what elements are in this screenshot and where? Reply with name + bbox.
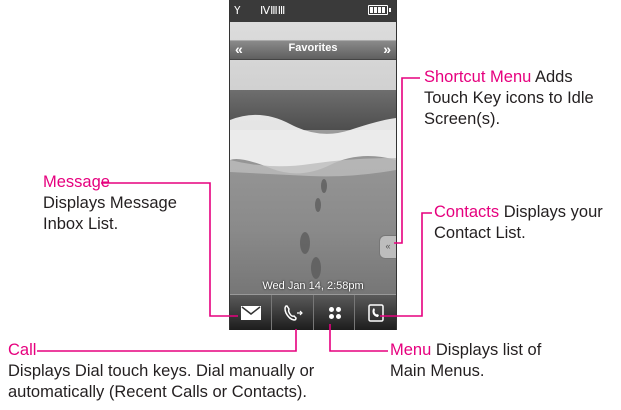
shortcut-menu-desc-2: Touch Key icons to Idle — [424, 89, 594, 107]
phone-dial-icon — [283, 304, 303, 321]
shortcut-handle-icon[interactable]: « — [379, 235, 396, 259]
call-desc-1: Displays Dial touch keys. Dial manually … — [8, 362, 315, 380]
signal-icon: Y — [234, 4, 241, 17]
envelope-icon — [240, 305, 261, 320]
call-callout: Call Displays Dial touch keys. Dial manu… — [8, 340, 314, 403]
message-desc-2: Inbox List. — [43, 215, 119, 233]
message-desc-1: Displays Message — [43, 194, 177, 212]
screen-title: Favorites — [288, 42, 338, 54]
shortcut-menu-desc-3: Screen(s). — [424, 110, 501, 128]
date-time-display: Wed Jan 14, 2:58pm — [262, 280, 364, 292]
menu-desc-2: Main Menus. — [390, 362, 485, 380]
chevron-right-icon[interactable]: » — [383, 41, 391, 57]
shortcut-menu-callout: Shortcut Menu Adds Touch Key icons to Id… — [424, 67, 594, 130]
contacts-desc-2: Contact List. — [434, 224, 526, 242]
menu-desc-1: Displays list of — [431, 341, 542, 359]
shortcut-menu-title: Shortcut Menu — [424, 68, 532, 86]
status-bar: Y ⅣⅢⅢ — [230, 0, 396, 22]
call-title: Call — [8, 341, 37, 359]
contact-book-icon — [367, 303, 384, 322]
message-callout: Message Displays Message Inbox List. — [43, 172, 177, 235]
message-title: Message — [43, 173, 110, 191]
four-dots-icon — [328, 306, 341, 319]
menu-title: Menu — [390, 341, 432, 359]
contacts-touch-key[interactable] — [354, 295, 396, 330]
shortcut-menu-desc-1: Adds — [531, 68, 573, 86]
contacts-callout: Contacts Displays your Contact List. — [434, 202, 603, 244]
contacts-desc-1: Displays your — [499, 203, 603, 221]
message-touch-key[interactable] — [230, 295, 271, 330]
call-desc-2: automatically (Recent Calls or Contacts)… — [8, 383, 307, 401]
menu-callout: Menu Displays list of Main Menus. — [390, 340, 541, 382]
touch-key-bar — [230, 294, 396, 330]
phone-screen: Y ⅣⅢⅢ « Favorites » « Wed Jan 14, 2:58pm — [229, 0, 397, 330]
status-indicator: ⅣⅢⅢ — [260, 4, 286, 17]
call-touch-key[interactable] — [271, 295, 313, 330]
battery-icon — [368, 5, 391, 15]
contacts-title: Contacts — [434, 203, 500, 221]
menu-touch-key[interactable] — [313, 295, 355, 330]
favorites-title-bar: « Favorites » — [230, 40, 396, 60]
shortcut-leader-line — [394, 77, 420, 244]
